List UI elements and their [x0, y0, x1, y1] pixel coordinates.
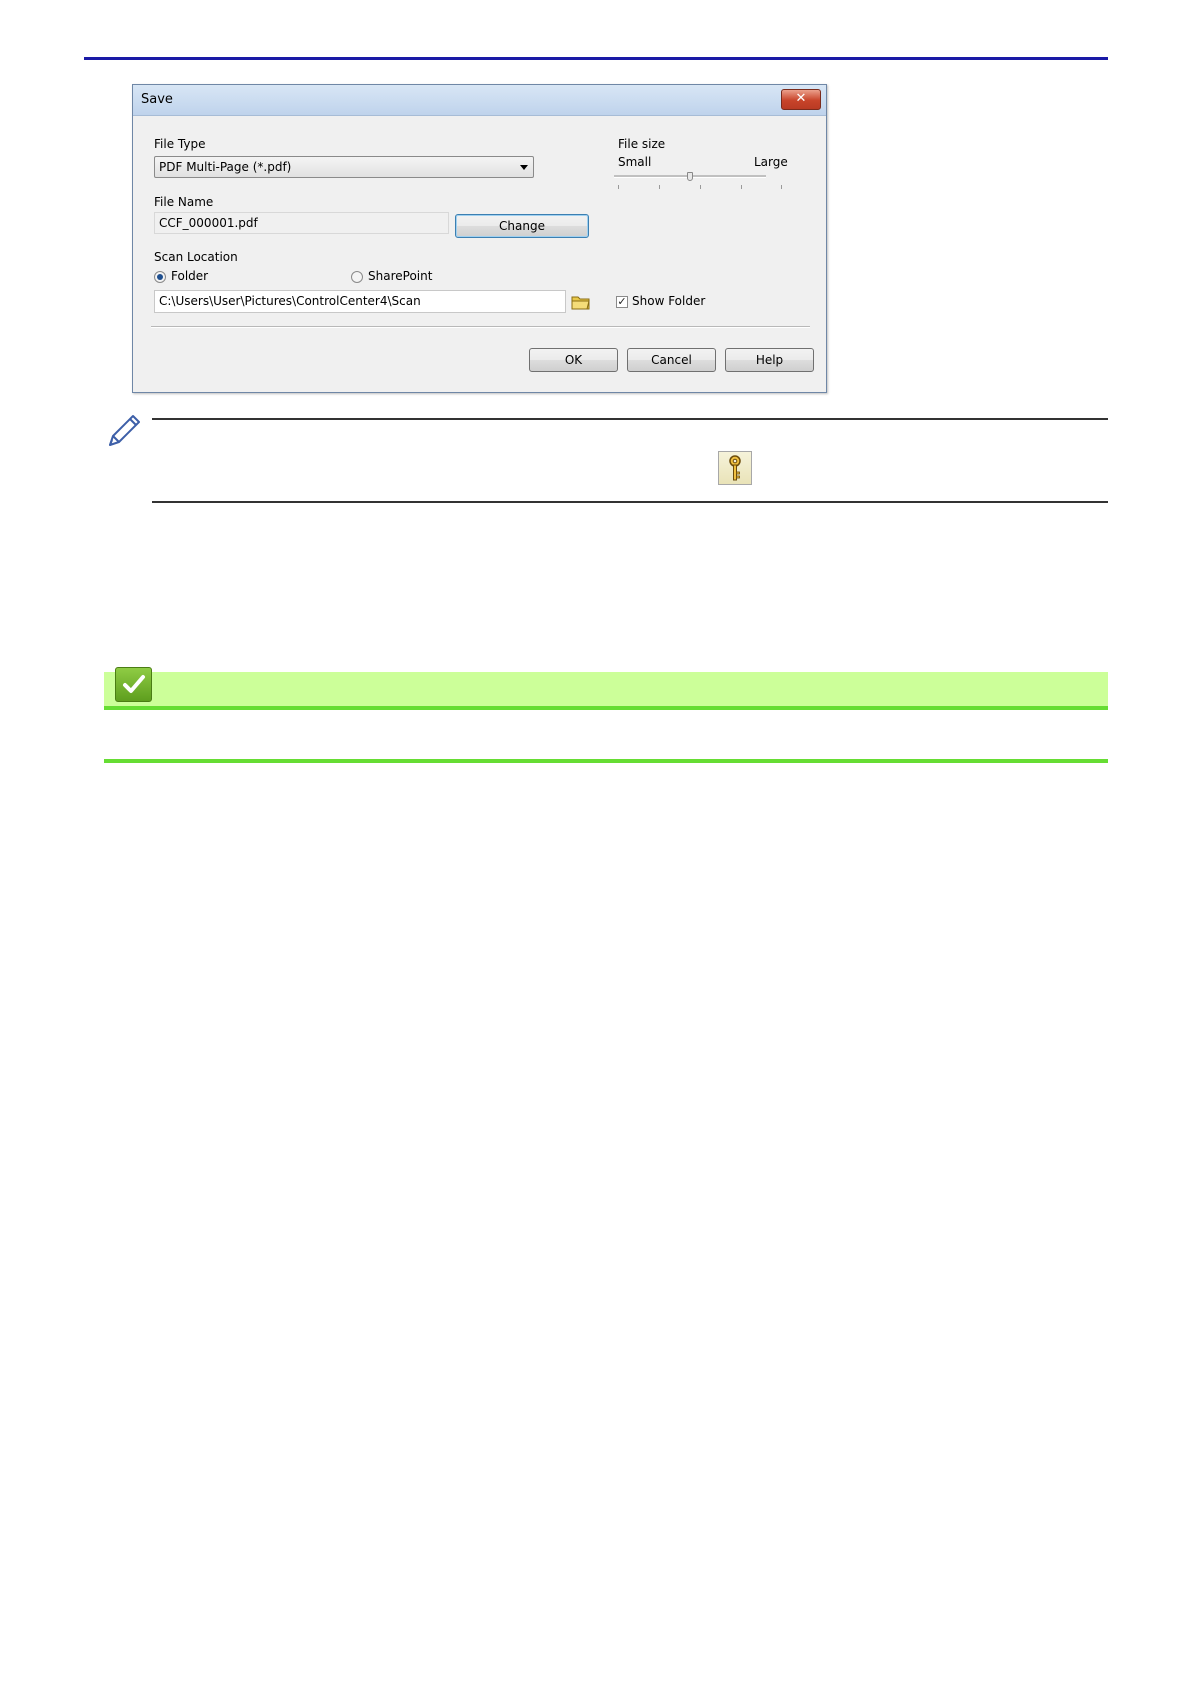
save-dialog: Save ✕ File Type PDF Multi-Page (*.pdf) …	[132, 84, 827, 393]
file-name-value: CCF_000001.pdf	[159, 216, 258, 230]
checkmark-icon	[115, 667, 152, 702]
sharepoint-radio-label[interactable]: SharePoint	[368, 269, 432, 283]
folder-radio[interactable]	[154, 271, 166, 283]
close-button[interactable]: ✕	[781, 89, 821, 110]
close-icon: ✕	[795, 91, 807, 106]
file-name-label: File Name	[154, 195, 214, 209]
note-bottom-rule	[152, 501, 1108, 503]
folder-radio-label[interactable]: Folder	[171, 269, 208, 283]
show-folder-checkbox[interactable]: ✓	[616, 296, 628, 308]
sharepoint-radio[interactable]	[351, 271, 363, 283]
cancel-button[interactable]: Cancel	[627, 348, 716, 372]
related-info-bar	[104, 672, 1108, 706]
slider-tick	[618, 185, 619, 189]
folder-icon[interactable]	[571, 294, 591, 310]
change-button[interactable]: Change	[455, 214, 589, 238]
key-icon	[718, 451, 752, 485]
dialog-title: Save	[141, 92, 173, 107]
show-folder-label[interactable]: Show Folder	[632, 294, 705, 308]
related-info-bar-line	[104, 706, 1108, 710]
ok-button[interactable]: OK	[529, 348, 618, 372]
file-size-slider-thumb[interactable]	[687, 172, 693, 181]
scan-path-value: C:\Users\User\Pictures\ControlCenter4\Sc…	[159, 294, 421, 308]
file-name-field: CCF_000001.pdf	[154, 212, 449, 234]
scan-location-label: Scan Location	[154, 250, 238, 264]
pencil-note-icon	[109, 415, 140, 446]
note-top-rule	[152, 418, 1108, 420]
scan-path-input[interactable]: C:\Users\User\Pictures\ControlCenter4\Sc…	[154, 290, 566, 313]
file-size-label: File size	[618, 137, 666, 151]
header-rule	[84, 57, 1108, 60]
file-type-value: PDF Multi-Page (*.pdf)	[159, 160, 292, 174]
chevron-down-icon	[520, 165, 528, 170]
slider-tick	[781, 185, 782, 189]
file-type-label: File Type	[154, 137, 206, 151]
file-type-select[interactable]: PDF Multi-Page (*.pdf)	[154, 156, 534, 178]
file-size-max-label: Large	[754, 155, 788, 169]
help-button[interactable]: Help	[725, 348, 814, 372]
dialog-titlebar[interactable]: Save ✕	[133, 85, 826, 116]
dialog-separator	[151, 326, 810, 328]
slider-tick	[659, 185, 660, 189]
file-size-min-label: Small	[618, 155, 652, 169]
slider-tick	[700, 185, 701, 189]
slider-tick	[741, 185, 742, 189]
related-info-bottom-rule	[104, 759, 1108, 763]
